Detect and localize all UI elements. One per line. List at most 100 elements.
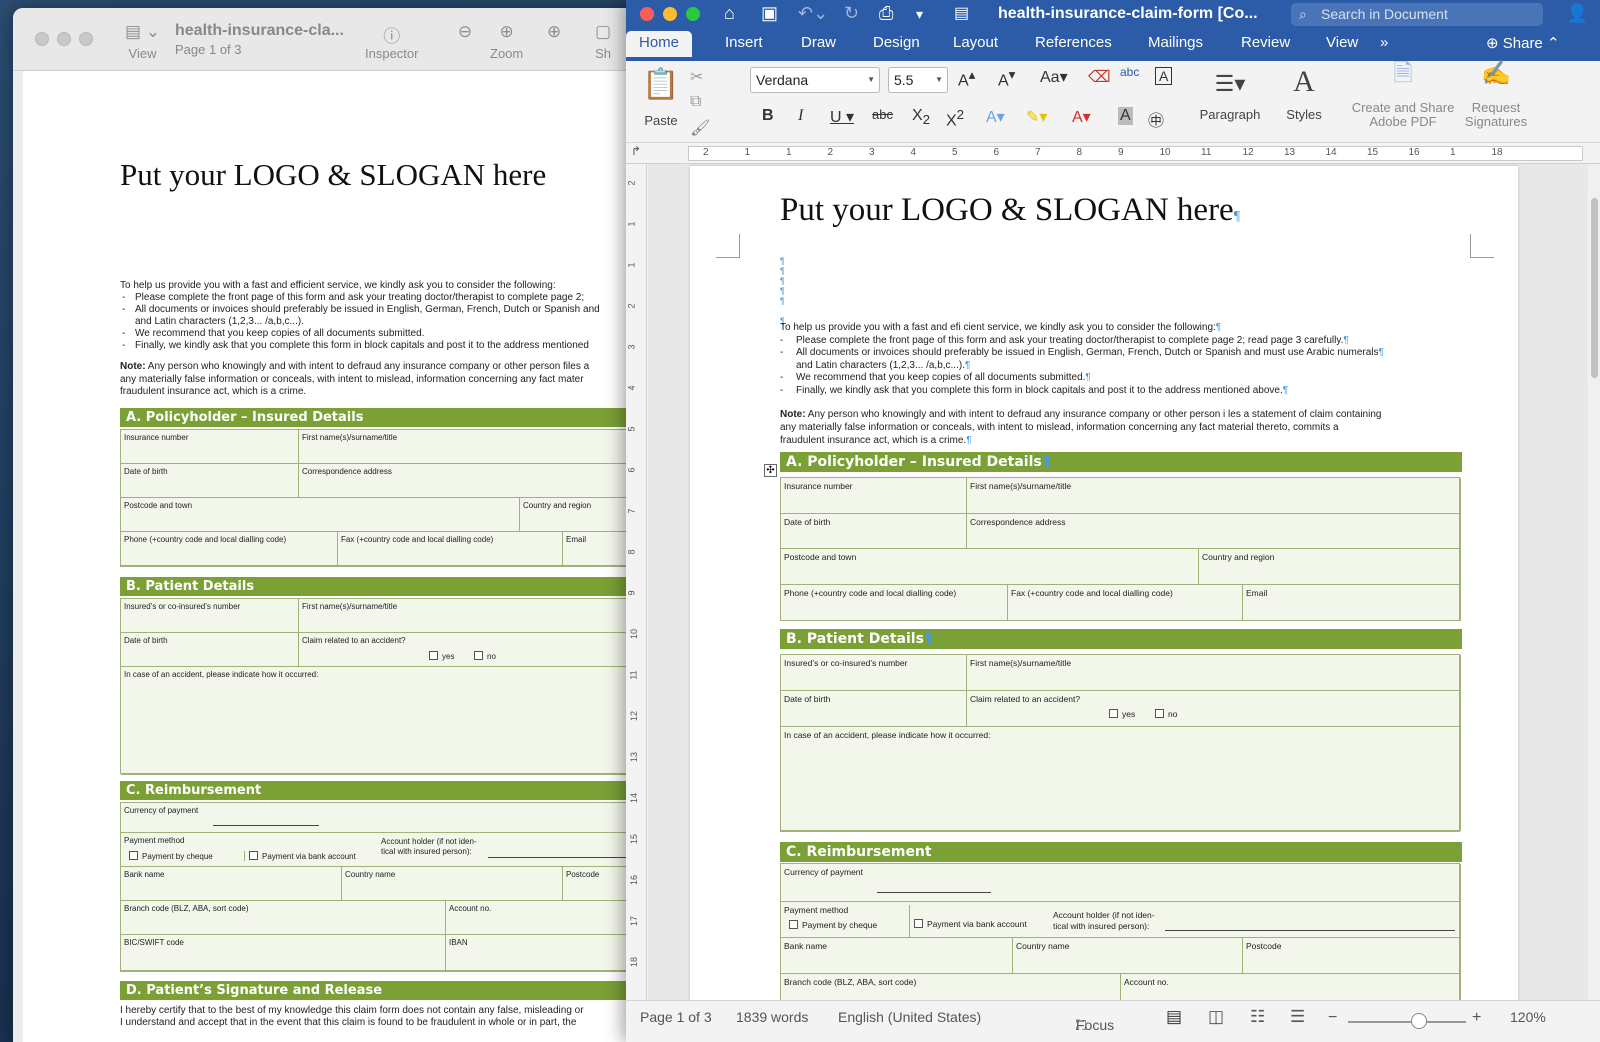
- zoom-out-button[interactable]: ⊖: [453, 22, 477, 46]
- tab-insert[interactable]: Insert: [725, 34, 763, 51]
- print-layout-icon[interactable]: ▤: [1166, 1007, 1182, 1027]
- horizontal-ruler[interactable]: ↱ 2 1 1 2 3 4 5 6 7 8 9 10 11 12 13 14 15 16 1 18: [626, 143, 1600, 164]
- create-share-pdf-button[interactable]: 🗎 Create and Share Adobe PDF: [1348, 62, 1458, 129]
- minimize-window-button[interactable]: [663, 7, 677, 21]
- enclose-characters-icon[interactable]: ㊥: [1148, 107, 1164, 131]
- character-shading-icon[interactable]: A: [1118, 107, 1133, 125]
- undo-icon[interactable]: ↶⌄: [798, 3, 828, 24]
- zoom-fit-button[interactable]: ⊕: [547, 22, 561, 46]
- fraud-note[interactable]: Note: Any person who knowingly and with …: [780, 408, 1480, 447]
- zoom-level[interactable]: 120%: [1510, 1009, 1546, 1025]
- subscript-button[interactable]: X2: [912, 107, 930, 127]
- dob-field[interactable]: Date of birth: [781, 514, 967, 549]
- cut-icon[interactable]: ✂: [690, 67, 703, 87]
- italic-button[interactable]: I: [798, 107, 803, 125]
- share-button[interactable]: ▢ Sh: [595, 22, 611, 61]
- tab-references[interactable]: References: [1035, 34, 1112, 51]
- vertical-scrollbar[interactable]: [1589, 164, 1600, 1000]
- payment-bank-checkbox[interactable]: Payment via bank account: [244, 851, 356, 861]
- postcode-town-field[interactable]: Postcode and town: [781, 549, 1199, 585]
- font-size-select[interactable]: 5.5 ▼: [888, 67, 948, 93]
- dob-field[interactable]: Date of birth: [121, 464, 299, 498]
- view-button[interactable]: ▤ ⌄ View: [125, 22, 160, 61]
- correspondence-field[interactable]: Correspondence address: [967, 514, 1461, 549]
- first-names-field[interactable]: First name(s)/surname/title: [967, 478, 1461, 514]
- insurance-number-field[interactable]: Insurance number: [121, 430, 299, 464]
- home-icon[interactable]: ⌂: [724, 3, 735, 24]
- payment-bank-checkbox[interactable]: Payment via bank account: [909, 905, 1027, 937]
- language-status[interactable]: English (United States): [838, 1009, 981, 1025]
- shrink-font-icon[interactable]: A▾: [998, 67, 1015, 90]
- share-button[interactable]: ⊕ Share ⌃: [1486, 34, 1560, 52]
- tab-mailings[interactable]: Mailings: [1148, 34, 1203, 51]
- grow-font-icon[interactable]: A▴: [958, 67, 975, 90]
- accident-no-checkbox[interactable]: no: [1155, 709, 1177, 719]
- table-move-handle-icon[interactable]: ✣: [764, 464, 777, 477]
- country-name-field[interactable]: Country name: [1013, 938, 1243, 974]
- text-box-icon[interactable]: A: [1155, 67, 1173, 85]
- zoom-in-button[interactable]: ⊕ Zoom: [490, 22, 523, 61]
- account-no-field[interactable]: Account no.: [446, 901, 653, 935]
- styles-button[interactable]: A Styles: [1274, 65, 1334, 122]
- intro-text[interactable]: To help us provide you with a fast and e…: [780, 322, 1480, 397]
- zoom-out-icon[interactable]: −: [1328, 1009, 1337, 1027]
- section-b-header[interactable]: B. Patient Details¶: [780, 629, 1462, 649]
- web-layout-icon[interactable]: ◫: [1208, 1007, 1224, 1027]
- strikethrough-button[interactable]: abc: [872, 107, 893, 122]
- outline-view-icon[interactable]: ☷: [1250, 1007, 1265, 1027]
- phone-field[interactable]: Phone (+country code and local dialling …: [121, 532, 338, 566]
- vertical-ruler[interactable]: 2 1 1 2 3 4 5 6 7 8 9 10 11 12 13 14 15 16 17 18: [626, 164, 647, 1000]
- first-names-field[interactable]: First name(s)/surname/title: [299, 430, 653, 464]
- change-case-icon[interactable]: Aa▾: [1040, 67, 1068, 87]
- draft-view-icon[interactable]: ☰: [1290, 1007, 1305, 1027]
- phone-field[interactable]: Phone (+country code and local dialling …: [781, 585, 1008, 621]
- accident-yes-checkbox[interactable]: yes: [1109, 709, 1135, 719]
- patient-dob-field[interactable]: Date of birth: [121, 633, 299, 667]
- inspector-button[interactable]: ⓘ Inspector: [365, 22, 418, 61]
- zoom-slider-knob[interactable]: [1410, 1013, 1427, 1029]
- branch-code-field[interactable]: Branch code (BLZ, ABA, sort code): [121, 901, 446, 935]
- account-no-field[interactable]: Account no.: [1121, 974, 1461, 1000]
- close-window-button[interactable]: [35, 32, 49, 46]
- postcode-town-field[interactable]: Postcode and town: [121, 498, 520, 532]
- accident-yes-checkbox[interactable]: yes: [429, 651, 454, 661]
- font-name-select[interactable]: Verdana ▼: [750, 67, 880, 93]
- tab-view[interactable]: View: [1326, 34, 1358, 51]
- patient-names-field[interactable]: First name(s)/surname/title: [299, 599, 653, 633]
- iban-field[interactable]: IBAN: [446, 935, 653, 971]
- section-a-header[interactable]: A. Policyholder – Insured Details¶: [780, 452, 1462, 472]
- country-region-field[interactable]: Country and region: [1199, 549, 1461, 585]
- fax-field[interactable]: Fax (+country code and local dialling co…: [1008, 585, 1243, 621]
- patient-dob-field[interactable]: Date of birth: [781, 691, 967, 727]
- spelling-icon[interactable]: abc: [1120, 65, 1139, 79]
- accident-description-field[interactable]: In case of an accident, please indicate …: [121, 667, 653, 775]
- accident-description-field[interactable]: In case of an accident, please indicate …: [781, 727, 1461, 831]
- search-document-input[interactable]: ⌕ Search in Document: [1291, 3, 1543, 26]
- text-effects-icon[interactable]: A▾: [986, 107, 1005, 127]
- more-tabs-button[interactable]: »: [1380, 34, 1388, 51]
- zoom-in-icon[interactable]: +: [1472, 1009, 1481, 1027]
- email-field[interactable]: Email: [1243, 585, 1461, 621]
- payment-cheque-checkbox[interactable]: Payment by cheque: [129, 851, 213, 861]
- format-painter-icon[interactable]: 🖌: [690, 118, 710, 138]
- tab-review[interactable]: Review: [1241, 34, 1290, 51]
- accident-no-checkbox[interactable]: no: [474, 651, 496, 661]
- clear-formatting-icon[interactable]: ⌫: [1088, 67, 1111, 87]
- redo-icon[interactable]: ↻: [844, 3, 859, 24]
- request-signatures-button[interactable]: ✍ Request Signatures: [1456, 62, 1536, 129]
- save-icon[interactable]: ▣: [761, 3, 778, 24]
- close-window-button[interactable]: [640, 7, 654, 21]
- correspondence-field[interactable]: Correspondence address: [299, 464, 653, 498]
- paste-button[interactable]: 📋 Paste: [636, 67, 686, 128]
- word-count-status[interactable]: 1839 words: [736, 1009, 808, 1025]
- paragraph-button[interactable]: ☰▾ Paragraph: [1198, 71, 1262, 122]
- currency-field[interactable]: Currency of payment: [121, 803, 653, 833]
- currency-field[interactable]: Currency of payment: [781, 864, 1461, 902]
- minimize-window-button[interactable]: [57, 32, 71, 46]
- tab-design[interactable]: Design: [873, 34, 920, 51]
- bold-button[interactable]: B: [762, 107, 774, 125]
- tab-home[interactable]: Home: [626, 31, 693, 57]
- superscript-button[interactable]: X2: [946, 107, 964, 130]
- bic-field[interactable]: BIC/SWIFT code: [121, 935, 446, 971]
- payment-cheque-checkbox[interactable]: Payment by cheque: [789, 920, 877, 930]
